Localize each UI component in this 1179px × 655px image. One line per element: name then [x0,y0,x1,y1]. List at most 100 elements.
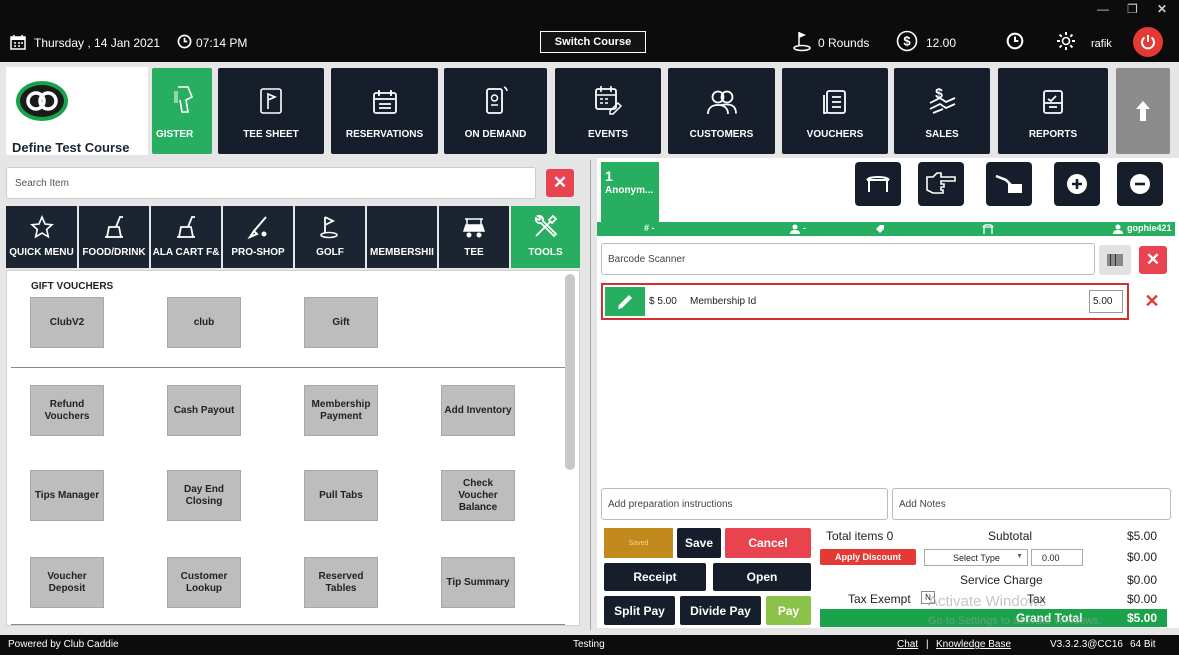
category-label: ALA CART F& [152,247,220,258]
nav-reservations[interactable]: RESERVATIONS [331,68,438,154]
ticket-item-row[interactable]: $ 5.00 Membership Id 5.00 [601,283,1129,320]
tool-button[interactable]: Refund Vouchers [30,385,104,436]
item-name: Membership Id [690,296,757,307]
add-button[interactable] [1054,162,1100,206]
svg-text:$: $ [903,34,911,49]
notes-input[interactable]: Add Notes [892,488,1171,520]
hand-point-button[interactable] [918,162,964,206]
nav-vouchers[interactable]: VOUCHERS [782,68,888,154]
time-text: 07:14 PM [196,36,248,50]
course-logo-panel: Define Test Course [6,67,148,155]
grid-scrollbar[interactable] [565,274,575,470]
nav-reports[interactable]: REPORTS [998,68,1108,154]
tax-exempt-label: Tax Exempt [848,592,911,606]
category-pro-shop[interactable]: PRO-SHOP [223,206,293,268]
minimize-icon[interactable]: — [1097,2,1109,16]
grand-total-value: $5.00 [1127,611,1158,625]
barcode-input[interactable]: Barcode Scanner [601,243,1095,275]
tool-button[interactable]: Voucher Deposit [30,557,104,608]
nav-on-demand[interactable]: ON DEMAND [444,68,547,154]
gear-icon[interactable] [1055,30,1077,52]
voucher-button[interactable]: ClubV2 [30,297,104,348]
tool-button[interactable]: Membership Payment [304,385,378,436]
tool-button[interactable]: Reserved Tables [304,557,378,608]
drink-icon [105,216,123,238]
nav-events[interactable]: EVENTS [555,68,661,154]
category-label: FOOD/DRINK [82,247,146,258]
ticket-tab[interactable]: 1 Anonym... [601,162,659,222]
bits-text: 64 Bit [1130,639,1156,650]
tax-exempt-toggle[interactable]: N [921,591,935,604]
barcode-button[interactable] [1099,245,1131,275]
open-button[interactable]: Open [713,563,811,591]
discount-value-input[interactable]: 0.00 [1031,549,1083,566]
tool-button[interactable]: Customer Lookup [167,557,241,608]
remove-button[interactable] [1117,162,1163,206]
golf-club-icon [247,216,267,239]
users-icon [706,90,737,115]
receipt-button[interactable]: Receipt [604,563,706,591]
golf-icon [793,32,811,52]
tool-button[interactable]: Cash Payout [167,385,241,436]
history-icon[interactable] [1006,32,1024,50]
edit-item-button[interactable] [605,287,645,316]
power-button[interactable] [1133,27,1163,57]
clear-barcode-button[interactable]: ✕ [1139,246,1167,274]
category-membership[interactable]: MEMBERSHII [367,206,437,268]
remove-item-button[interactable]: ✕ [1133,284,1171,319]
saved-tickets-button[interactable]: Saved [604,528,673,558]
pay-button[interactable]: Pay [766,596,811,625]
switch-course-button[interactable]: Switch Course [540,31,646,53]
category-label: GOLF [316,247,344,258]
tool-button[interactable]: Tip Summary [441,557,515,608]
category-ala-carte[interactable]: ALA CART F& [151,206,221,268]
pencil-icon [618,294,632,309]
calendar-icon [372,90,397,114]
nav-tee-sheet[interactable]: TEE SHEET [218,68,324,154]
nav-sales[interactable]: $ SALES [894,68,990,154]
grand-total-label: Grand Total [1016,611,1083,625]
chat-link[interactable]: Chat [897,639,918,650]
tool-button[interactable]: Add Inventory [441,385,515,436]
tool-button[interactable]: Day End Closing [167,470,241,521]
apply-discount-button[interactable]: Apply Discount [820,549,916,565]
tool-button[interactable]: Check Voucher Balance [441,470,515,521]
golf-icon [320,216,338,239]
tool-button[interactable]: Pull Tabs [304,470,378,521]
divide-pay-button[interactable]: Divide Pay [680,596,761,625]
report-icon [1043,90,1063,114]
category-label: PRO-SHOP [231,247,285,258]
close-window-icon[interactable]: ✕ [1157,2,1167,16]
discount-type-value: Select Type [953,552,1000,563]
ticket-name: Anonym... [605,185,654,196]
category-tee[interactable]: TEE [439,206,509,268]
category-label: TOOLS [528,247,563,258]
nav-register[interactable]: GISTER [152,68,212,154]
restore-icon[interactable]: ❐ [1127,2,1138,16]
split-pay-button[interactable]: Split Pay [604,596,675,625]
nav-customers[interactable]: CUSTOMERS [668,68,775,154]
voucher-button[interactable]: club [167,297,241,348]
category-food-drink[interactable]: FOOD/DRINK [79,206,149,268]
tool-button[interactable]: Tips Manager [30,470,104,521]
item-grid: GIFT VOUCHERS ClubV2 club Gift Refund Vo… [6,270,580,626]
category-tools[interactable]: TOOLS [511,206,580,268]
clear-search-button[interactable]: ✕ [546,169,574,197]
club-caddie-logo [16,81,68,121]
category-quick-menu[interactable]: QUICK MENU [6,206,77,268]
version-text: V3.3.2.3@CC16 [1050,639,1123,650]
voucher-button[interactable]: Gift [304,297,378,348]
save-button[interactable]: Save [677,528,721,558]
item-qty-input[interactable]: 5.00 [1089,290,1123,313]
chevron-down-icon: ▼ [1016,553,1023,560]
knowledge-base-link[interactable]: Knowledge Base [936,639,1011,650]
cancel-button[interactable]: Cancel [725,528,811,558]
hand-card-button[interactable] [986,162,1032,206]
discount-type-select[interactable]: Select Type ▼ [924,549,1028,566]
service-charge-value: $0.00 [1127,573,1158,587]
collapse-nav-button[interactable] [1116,68,1170,154]
search-input[interactable]: Search Item [6,167,536,199]
table-button[interactable] [855,162,901,206]
category-golf[interactable]: GOLF [295,206,365,268]
prep-instructions-input[interactable]: Add preparation instructions [601,488,888,520]
